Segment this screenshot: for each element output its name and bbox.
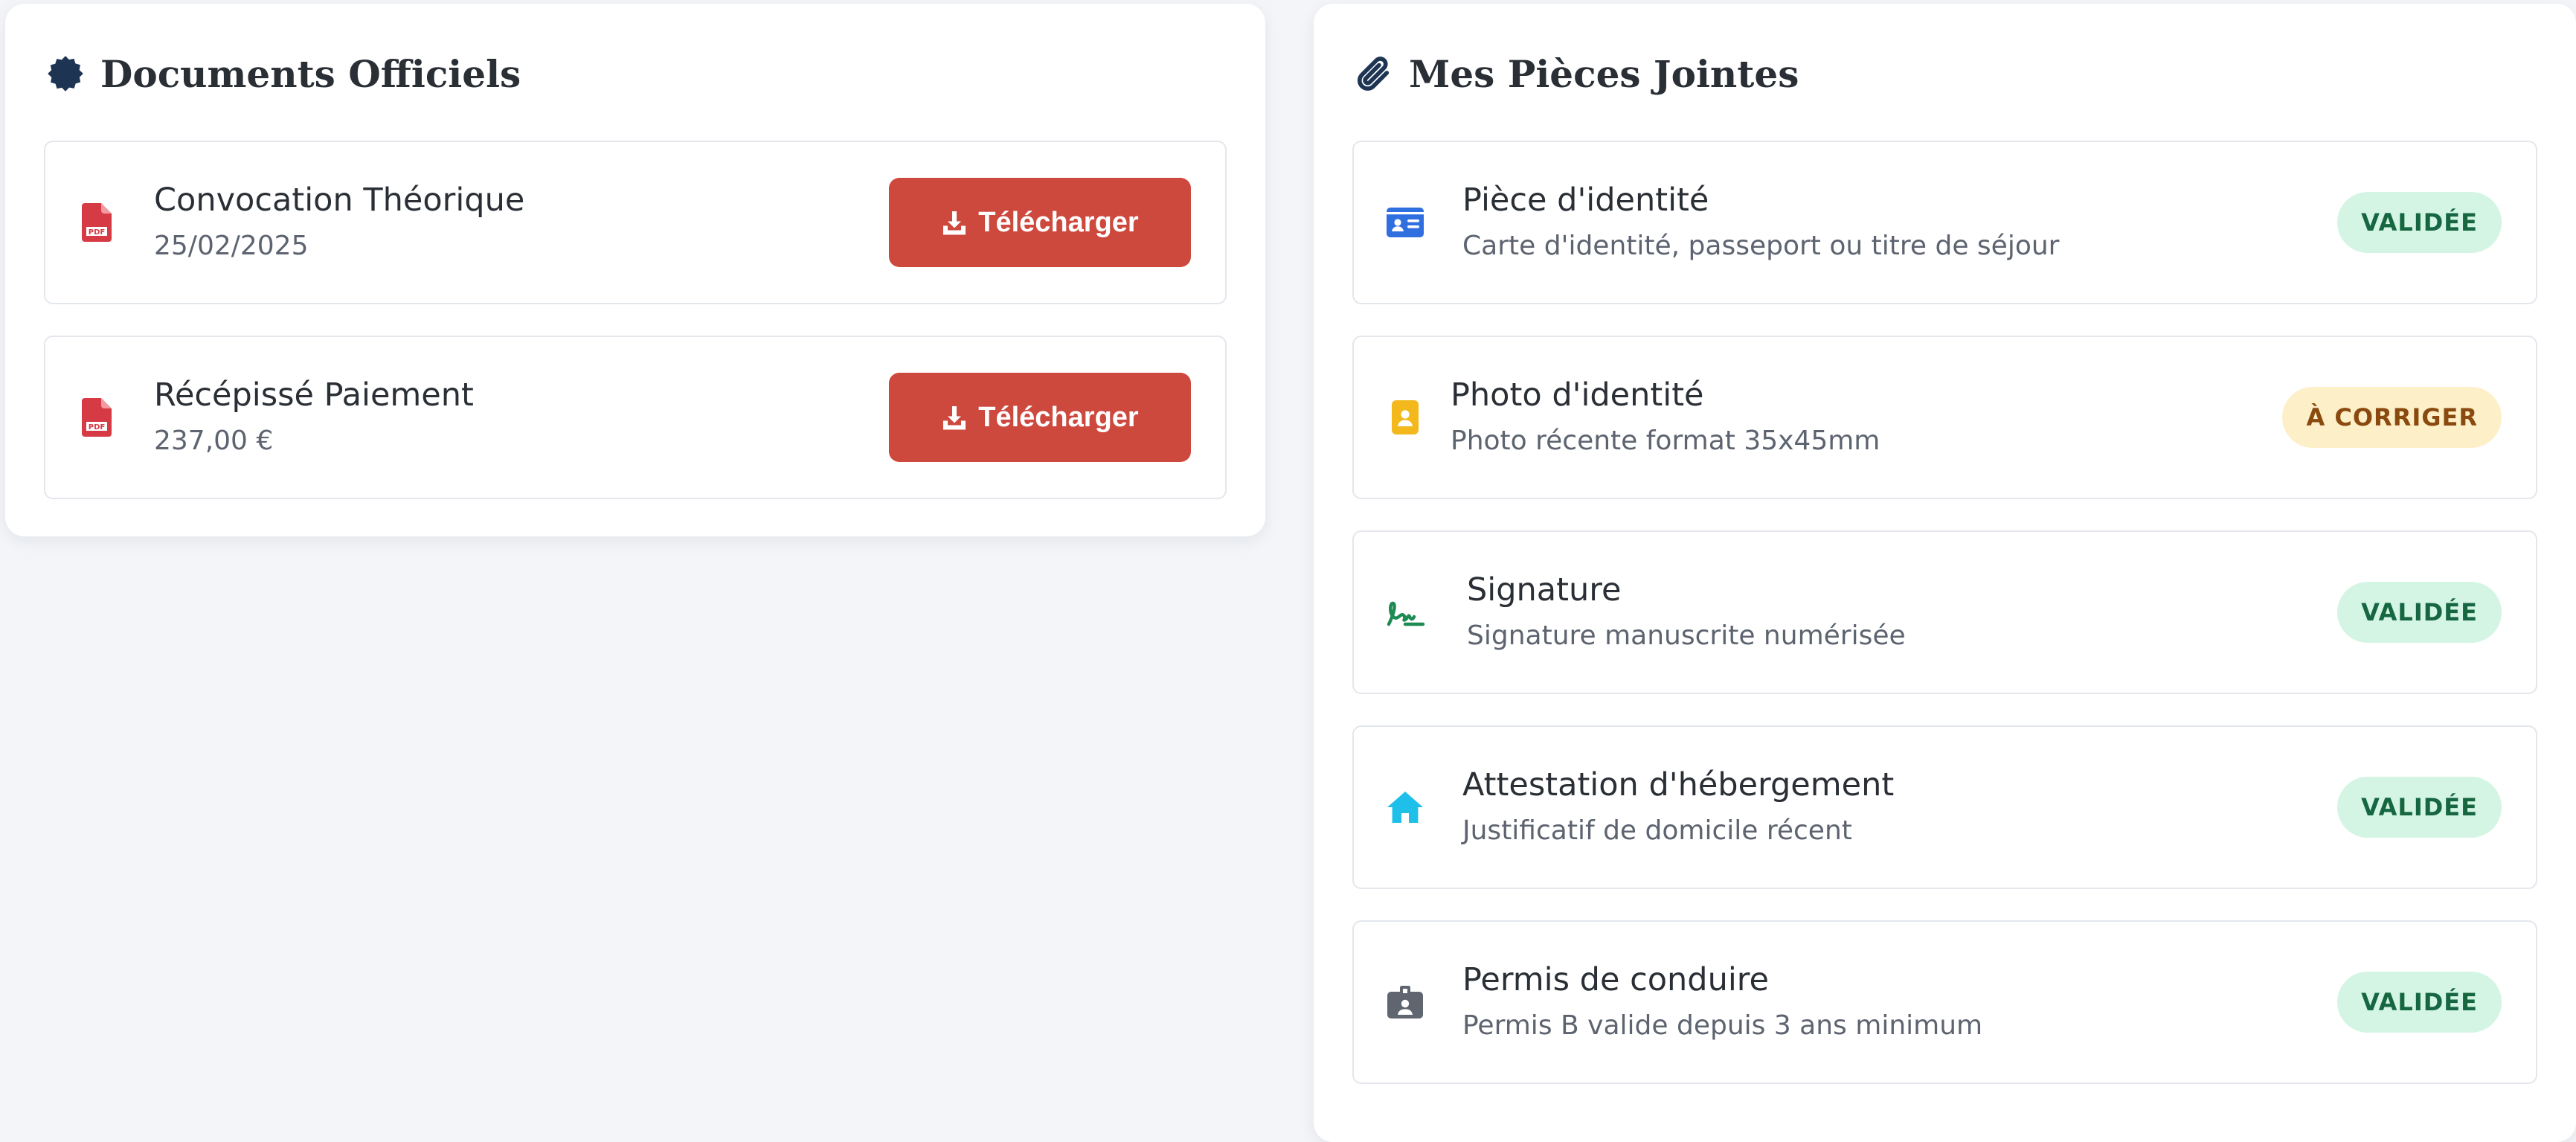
paperclip-icon [1352,52,1395,95]
official-documents-header: Documents Officiels [44,44,1227,103]
id-badge-icon [1384,981,1427,1024]
status-badge: À CORRIGER [2282,387,2502,448]
attachment-name: Photo d'identité [1451,376,1704,414]
status-badge: VALIDÉE [2337,192,2502,253]
document-date: 25/02/2025 [154,231,309,261]
document-amount: 237,00 € [154,426,274,456]
attachment-item-housing: Attestation d'hébergement Justificatif d… [1352,725,2537,889]
status-badge: VALIDÉE [2337,582,2502,643]
attachments-header: Mes Pièces Jointes [1352,44,2537,103]
download-icon [943,211,966,235]
attachment-description: Signature manuscrite numérisée [1467,620,1906,651]
attachment-item-signature: Signature Signature manuscrite numérisée… [1352,530,2537,694]
attachment-item-photo: Photo d'identité Photo récente format 35… [1352,336,2537,499]
official-documents-card: Documents Officiels PDF Convocation Théo… [5,4,1265,536]
document-name: Convocation Théorique [154,182,525,219]
document-item-convocation: PDF Convocation Théorique 25/02/2025 Tél… [44,141,1227,304]
house-icon [1384,786,1427,829]
attachment-description: Photo récente format 35x45mm [1451,426,1880,456]
attachment-description: Justificatif de domicile récent [1462,815,1852,846]
document-name: Récépissé Paiement [154,376,474,414]
attachments-title: Mes Pièces Jointes [1409,51,1799,96]
document-item-receipt: PDF Récépissé Paiement 237,00 € Téléchar… [44,336,1227,499]
signature-icon [1384,591,1427,634]
status-badge: VALIDÉE [2337,777,2502,838]
attachment-name: Attestation d'hébergement [1462,766,1895,803]
status-badge: VALIDÉE [2337,972,2502,1033]
attachments-card: Mes Pièces Jointes Pièce d'identité Cart… [1314,4,2576,1142]
attachment-item-license: Permis de conduire Permis B valide depui… [1352,920,2537,1084]
download-button-label: Télécharger [978,401,1139,433]
svg-text:PDF: PDF [89,423,105,432]
attachment-description: Permis B valide depuis 3 ans minimum [1462,1010,1983,1041]
certificate-icon [44,52,87,95]
attachment-name: Permis de conduire [1462,961,1769,998]
attachment-name: Signature [1467,571,1622,609]
download-button-receipt[interactable]: Télécharger [889,373,1191,462]
pdf-file-icon: PDF [75,396,118,439]
download-button-convocation[interactable]: Télécharger [889,178,1191,267]
svg-text:PDF: PDF [89,228,105,237]
attachment-name: Pièce d'identité [1462,182,1709,219]
download-button-label: Télécharger [978,206,1139,238]
attachment-item-id: Pièce d'identité Carte d'identité, passe… [1352,141,2537,304]
pdf-file-icon: PDF [75,201,118,244]
official-documents-title: Documents Officiels [100,51,521,96]
id-card-icon [1384,201,1427,244]
portrait-icon [1384,396,1427,439]
download-icon [943,406,966,430]
attachment-description: Carte d'identité, passeport ou titre de … [1462,231,2060,261]
